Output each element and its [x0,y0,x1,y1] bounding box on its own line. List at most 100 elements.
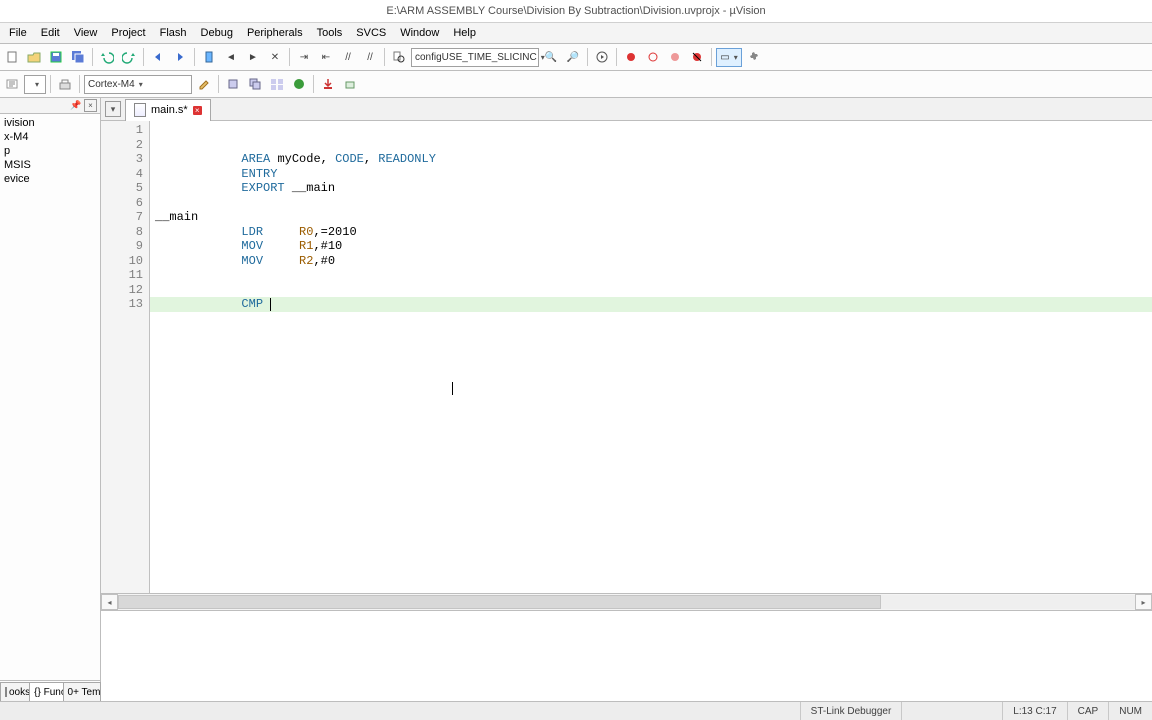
save-button[interactable] [46,47,66,67]
status-num: NUM [1108,702,1152,720]
target-select[interactable]: Cortex-M4▾ [84,75,192,94]
code-line[interactable]: __main [150,210,1152,225]
tree-item[interactable]: x-M4 [2,130,100,144]
outdent-button[interactable]: ⇤ [316,47,336,67]
menu-peripherals[interactable]: Peripherals [240,25,310,41]
load-application-button[interactable] [340,74,360,94]
configure-button[interactable] [744,47,764,67]
menu-tools[interactable]: Tools [310,25,350,41]
bookmark-toggle-button[interactable] [199,47,219,67]
comment-button[interactable]: // [338,47,358,67]
tree-item[interactable]: evice [2,172,100,186]
output-panel-collapsed [101,610,1152,701]
sidebar-tab-books[interactable]: ooks [0,682,30,701]
code-line[interactable]: MOV R2,#0 [150,254,1152,269]
code-line[interactable] [150,138,1152,153]
code-line[interactable]: AREA myCode, CODE, READONLY [150,152,1152,167]
sidebar-tabs: ooks {} Func... 0+ Temp... [0,680,100,701]
bookmark-prev-button[interactable]: ◄ [221,47,241,67]
nav-forward-button[interactable] [170,47,190,67]
book-icon [5,687,7,697]
code-line[interactable] [150,268,1152,283]
tab-close-button[interactable]: × [193,106,202,115]
tree-item[interactable]: MSIS [2,158,100,172]
bookmark-next-button[interactable]: ► [243,47,263,67]
line-number: 8 [101,225,149,240]
sidebar-tab-functions[interactable]: {} Func... [29,682,63,701]
sidebar-close-button[interactable]: × [84,99,97,112]
find-combo[interactable]: configUSE_TIME_SLICINC▾ [411,48,539,67]
sidebar-tab-templates[interactable]: 0+ Temp... [63,682,101,701]
redo-button[interactable] [119,47,139,67]
editor-horizontal-scrollbar[interactable]: ◂ ▸ [101,593,1152,610]
tree-item[interactable]: ivision [2,116,100,130]
breakpoint-enable-button[interactable] [643,47,663,67]
menu-project[interactable]: Project [104,25,152,41]
code-line[interactable]: CMP [150,297,1152,312]
undo-button[interactable] [97,47,117,67]
code-line[interactable]: LDR R0,=2010 [150,225,1152,240]
nav-back-button[interactable] [148,47,168,67]
chevron-down-icon: ▾ [734,53,738,62]
menu-edit[interactable]: Edit [34,25,67,41]
status-cap: CAP [1067,702,1109,720]
status-bar: ST-Link Debugger L:13 C:17 CAP NUM [0,701,1152,720]
tabstrip-menu-button[interactable]: ▾ [105,101,121,117]
project-sidebar: 📌 × ivisionx-M4pMSISevice ooks {} Func..… [0,98,101,701]
bookmark-clear-button[interactable]: ✕ [265,47,285,67]
menu-flash[interactable]: Flash [153,25,194,41]
menu-help[interactable]: Help [446,25,483,41]
menu-file[interactable]: File [2,25,34,41]
code-line[interactable]: MOV R1,#10 [150,239,1152,254]
debug-start-button[interactable] [592,47,612,67]
scroll-left-button[interactable]: ◂ [101,594,118,610]
file-tab-label: main.s* [151,104,188,116]
incremental-find-button[interactable]: 🔎 [563,47,583,67]
options-target-button[interactable] [194,74,214,94]
scroll-thumb[interactable] [118,595,881,609]
code-line[interactable]: ENTRY [150,167,1152,182]
project-tree[interactable]: ivisionx-M4pMSISevice [0,114,100,680]
sidebar-header: 📌 × [0,98,100,114]
pin-icon[interactable]: 📌 [70,100,81,111]
new-file-button[interactable] [2,47,22,67]
code-line[interactable] [150,123,1152,138]
rebuild-button[interactable] [245,74,265,94]
code-line[interactable]: EXPORT __main [150,181,1152,196]
window-title: E:\ARM ASSEMBLY Course\Division By Subtr… [0,0,1152,23]
line-number: 6 [101,196,149,211]
uncomment-button[interactable]: // [360,47,380,67]
scroll-track[interactable] [118,595,1135,609]
breakpoint-disable-button[interactable] [665,47,685,67]
download-button[interactable] [318,74,338,94]
menu-view[interactable]: View [67,25,105,41]
window-layout-button[interactable]: ▭▾ [716,48,742,67]
status-debugger: ST-Link Debugger [800,702,902,720]
translate-dropdown[interactable]: ▾ [24,75,46,94]
build-target-button[interactable] [55,74,75,94]
menu-window[interactable]: Window [393,25,446,41]
stop-build-button[interactable] [289,74,309,94]
save-all-button[interactable] [68,47,88,67]
build-button[interactable] [223,74,243,94]
code-line[interactable] [150,283,1152,298]
chevron-down-icon: ▾ [139,80,143,89]
breakpoint-insert-button[interactable] [621,47,641,67]
code-line[interactable] [150,196,1152,211]
code-editor[interactable]: AREA myCode, CODE, READONLY ENTRY EXPORT… [150,121,1152,593]
menu-svcs[interactable]: SVCS [349,25,393,41]
line-number: 12 [101,283,149,298]
indent-button[interactable]: ⇥ [294,47,314,67]
breakpoint-kill-button[interactable] [687,47,707,67]
find-next-button[interactable]: 🔍 [541,47,561,67]
file-tab-main[interactable]: main.s* × [125,99,211,121]
batch-build-button[interactable] [267,74,287,94]
translate-button[interactable] [2,74,22,94]
scroll-right-button[interactable]: ▸ [1135,594,1152,610]
line-number: 13 [101,297,149,312]
find-in-files-button[interactable] [389,47,409,67]
build-toolbar: ▾ Cortex-M4▾ [0,71,1152,98]
menu-debug[interactable]: Debug [194,25,240,41]
open-file-button[interactable] [24,47,44,67]
tree-item[interactable]: p [2,144,100,158]
